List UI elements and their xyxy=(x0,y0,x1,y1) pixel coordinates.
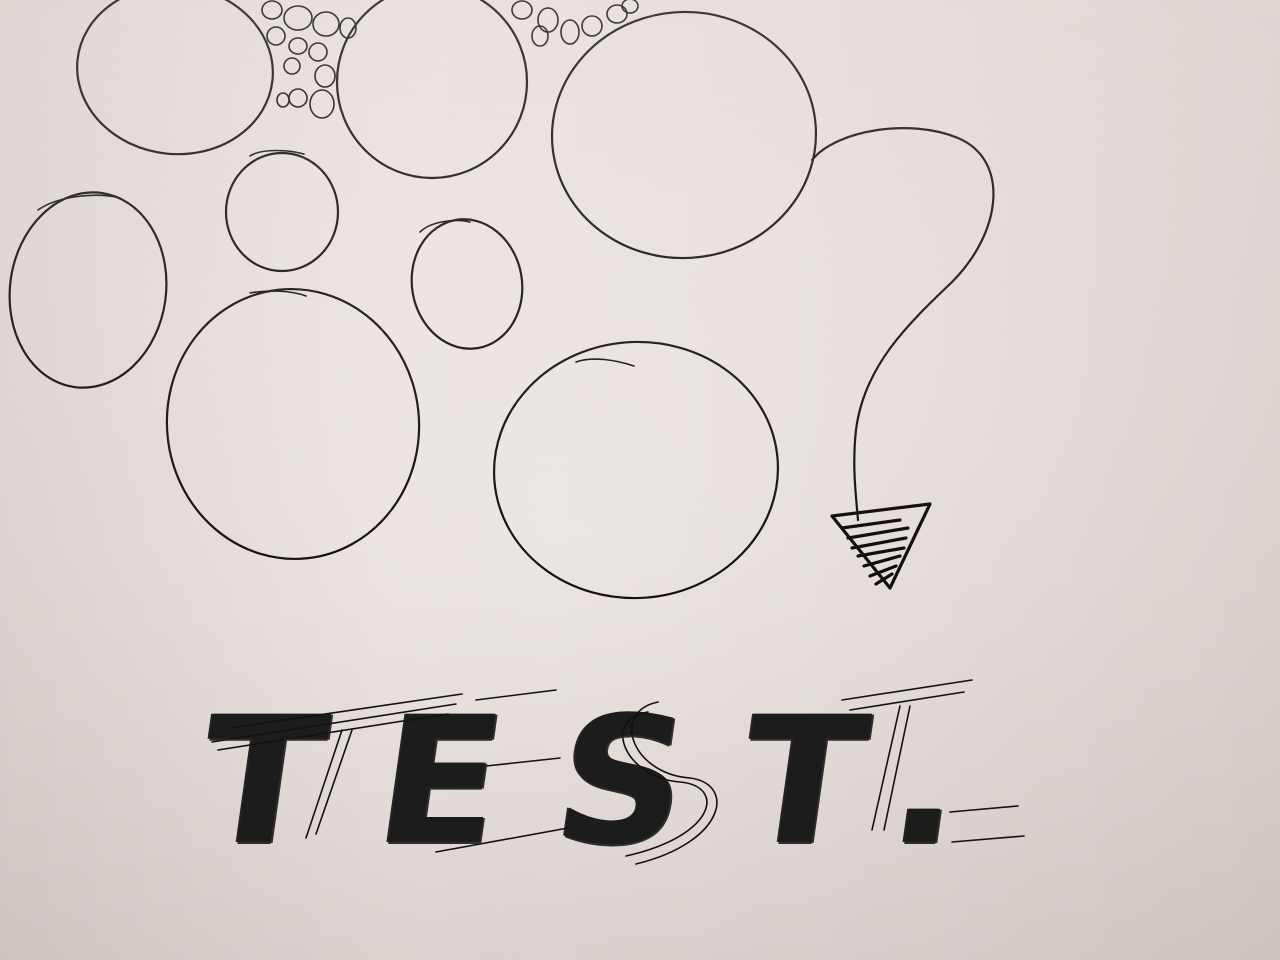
bubble-cluster-right xyxy=(511,0,639,47)
circle-top-middle xyxy=(335,0,529,180)
circle-top-right xyxy=(550,10,818,260)
arrow-head-icon xyxy=(830,502,932,590)
circle-lower-middle-tail xyxy=(575,358,635,367)
circle-lower-middle xyxy=(492,340,780,600)
curved-arrow xyxy=(810,127,995,522)
circle-far-left xyxy=(8,191,168,389)
handwritten-test-text: TEST. xyxy=(188,679,1035,884)
circle-small-middle xyxy=(410,218,524,350)
circle-small-left xyxy=(224,151,340,273)
paper-photo: TEST. xyxy=(0,0,1280,960)
circle-lower-left xyxy=(165,287,421,561)
circle-top-left xyxy=(76,0,274,156)
bubble-cluster-left xyxy=(261,0,357,119)
